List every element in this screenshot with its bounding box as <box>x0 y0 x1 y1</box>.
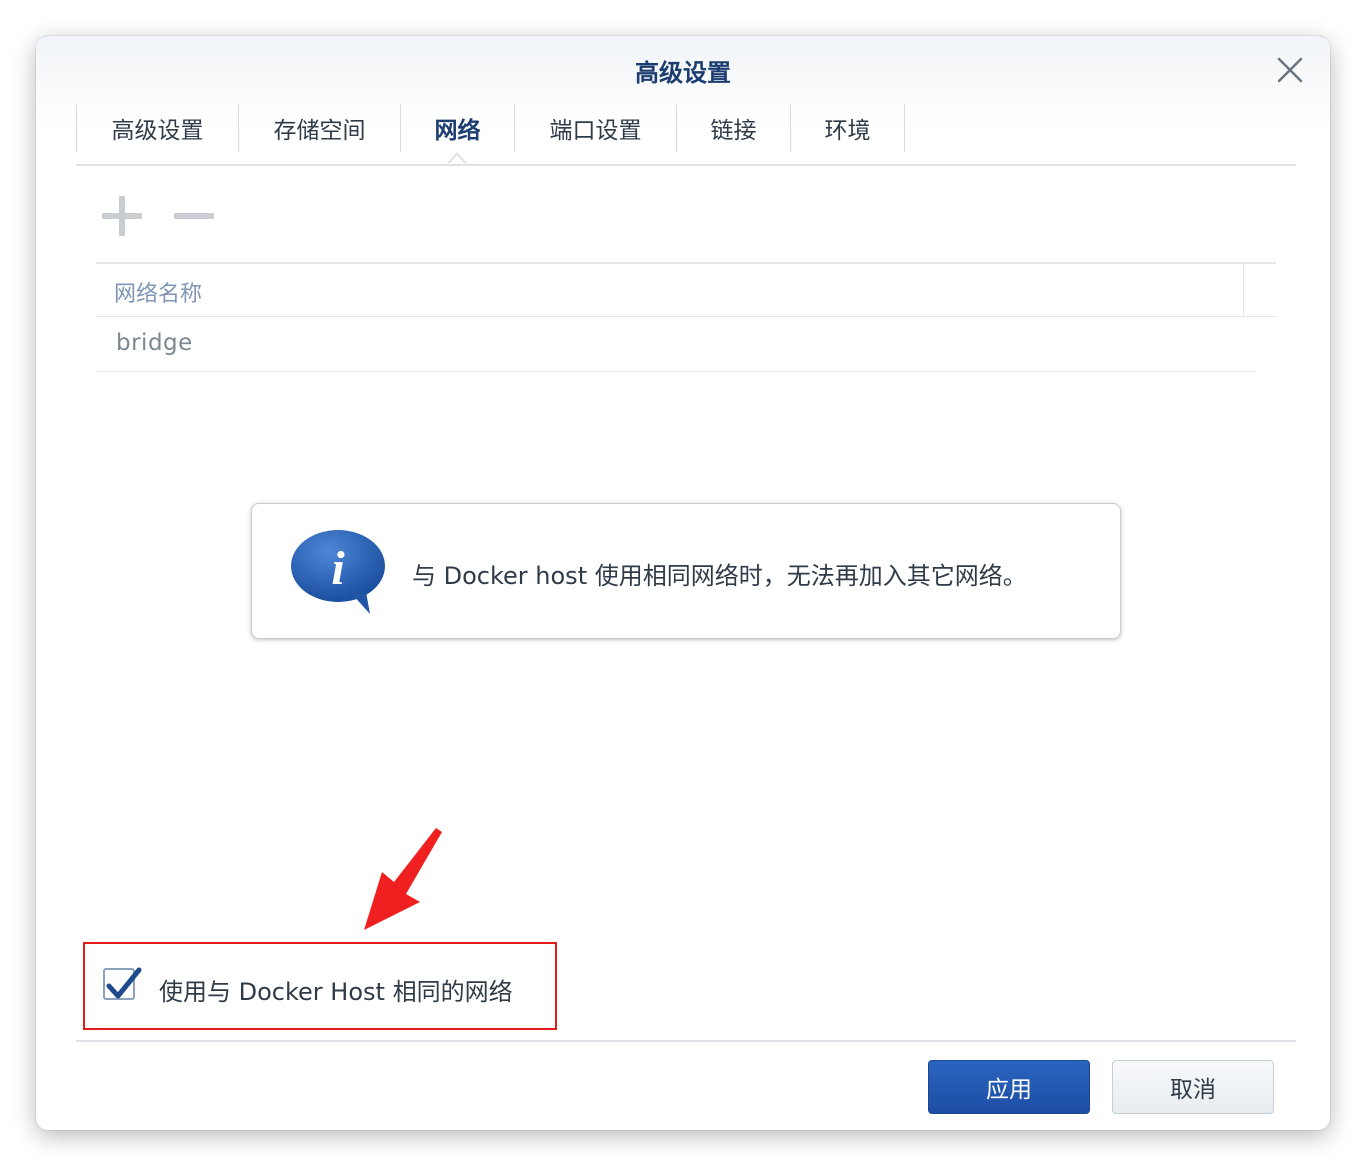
minus-icon <box>174 213 214 219</box>
tab-links[interactable]: 链接 <box>677 104 790 152</box>
cancel-button[interactable]: 取消 <box>1112 1060 1274 1114</box>
host-network-checkbox[interactable] <box>103 967 142 1000</box>
close-icon <box>1277 57 1303 83</box>
plus-icon <box>102 196 142 236</box>
table-header: 网络名称 <box>96 262 1276 317</box>
network-name-cell: bridge <box>116 330 193 356</box>
tab-separator <box>904 104 905 152</box>
add-network-button[interactable] <box>100 194 144 238</box>
info-message-box: i 与 Docker host 使用相同网络时，无法再加入其它网络。 <box>251 503 1121 639</box>
tab-advanced-settings[interactable]: 高级设置 <box>77 104 238 152</box>
tab-port-settings[interactable]: 端口设置 <box>515 104 676 152</box>
close-button[interactable] <box>1276 56 1304 84</box>
host-network-label[interactable]: 使用与 Docker Host 相同的网络 <box>159 972 513 1007</box>
tab-environment[interactable]: 环境 <box>791 104 904 152</box>
advanced-settings-dialog: 高级设置 高级设置 存储空间 网络 端口设置 链接 环境 网络名称 bridge… <box>36 36 1330 1130</box>
tab-storage[interactable]: 存储空间 <box>239 104 400 152</box>
remove-network-button[interactable] <box>172 194 216 238</box>
dialog-title: 高级设置 <box>635 59 731 87</box>
column-header-network-name[interactable]: 网络名称 <box>114 276 202 308</box>
network-table: 网络名称 bridge <box>96 262 1276 372</box>
checkmark-icon <box>106 967 142 999</box>
svg-text:i: i <box>331 542 345 595</box>
tab-bar: 高级设置 存储空间 网络 端口设置 链接 环境 <box>76 104 1296 166</box>
info-bubble-icon: i <box>291 530 385 614</box>
footer-divider <box>76 1040 1296 1042</box>
active-tab-indicator <box>447 152 467 164</box>
annotation-arrow-icon <box>364 828 442 930</box>
column-divider <box>1243 264 1244 316</box>
tab-network[interactable]: 网络 <box>401 104 514 152</box>
apply-button[interactable]: 应用 <box>928 1060 1090 1114</box>
table-row[interactable]: bridge <box>96 317 1256 372</box>
annotation-highlight-box: 使用与 Docker Host 相同的网络 <box>83 942 557 1030</box>
info-message-text: 与 Docker host 使用相同网络时，无法再加入其它网络。 <box>412 562 1027 590</box>
